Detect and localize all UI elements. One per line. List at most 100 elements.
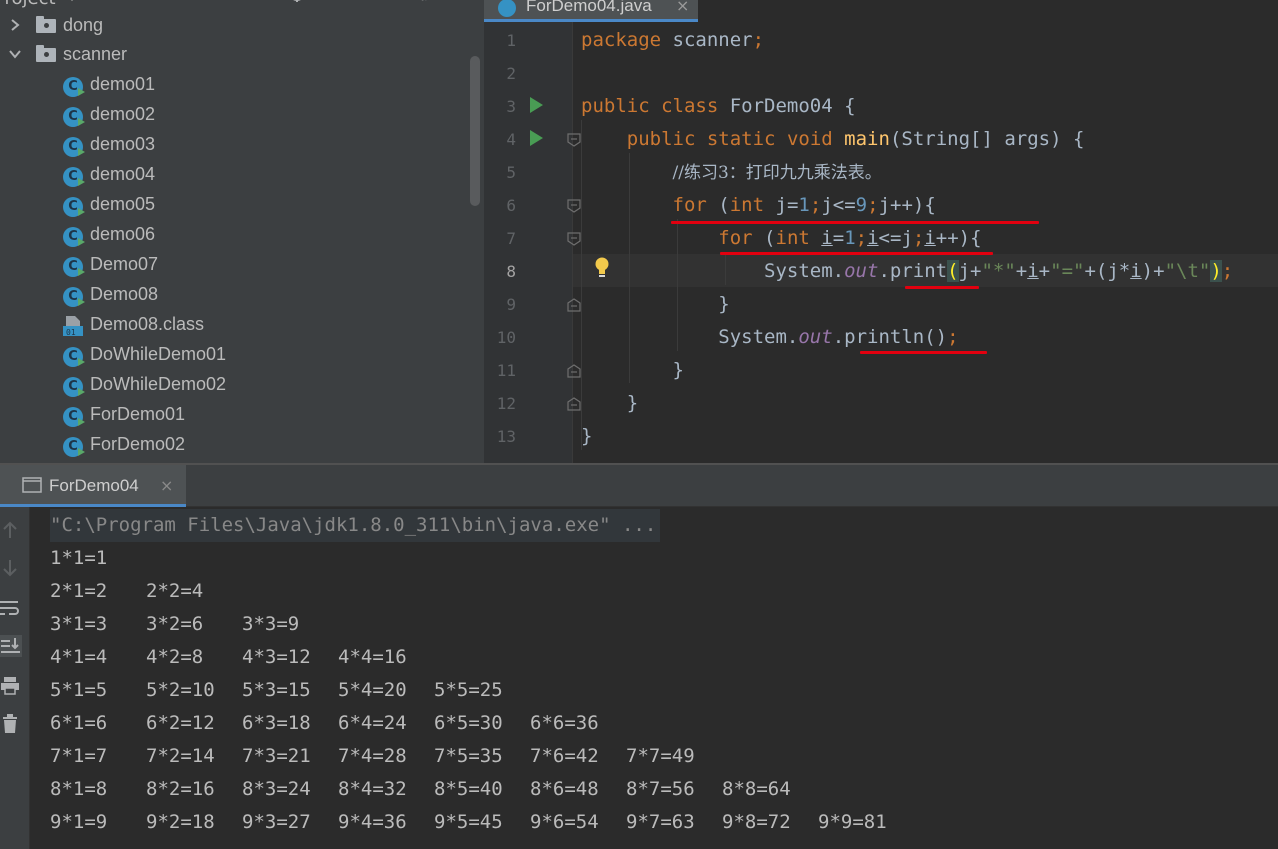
tree-item-demo06[interactable]: demo06 (0, 221, 470, 251)
tree-item-label: demo03 (90, 134, 156, 154)
console-cell: 6*2=12 (146, 712, 215, 734)
run-tab[interactable]: ForDemo04 × (0, 465, 186, 507)
code-token: static (706, 128, 776, 150)
code-token: ( (706, 194, 730, 216)
code-token: ++){ (890, 194, 936, 216)
tree-item-demo04[interactable]: demo04 (0, 161, 470, 191)
tree-item-Demo08-class[interactable]: 01 Demo08.class (0, 311, 470, 341)
tree-item-DoWhileDemo02[interactable]: DoWhileDemo02 (0, 371, 470, 401)
print-icon[interactable] (0, 675, 22, 697)
tree-item-Demo08[interactable]: Demo08 (0, 281, 470, 311)
code-token: ForDemo04 { (718, 95, 856, 117)
close-icon[interactable]: × (676, 0, 689, 15)
console-cell: 5*1=5 (50, 679, 108, 701)
code-line-7[interactable]: for (int i=1;i<=j;i++){ (581, 222, 982, 255)
line-number: 12 (496, 394, 516, 413)
code-token: i (1130, 260, 1142, 282)
code-token: <= (832, 194, 856, 216)
fold-close-icon[interactable] (567, 397, 581, 411)
chevron-right-icon[interactable] (8, 18, 22, 32)
tree-item-label: demo01 (90, 74, 156, 94)
tree-item-ForDemo02[interactable]: ForDemo02 (0, 431, 470, 461)
tree-item-demo05[interactable]: demo05 (0, 191, 470, 221)
code-token: ; (867, 194, 879, 216)
console-cell: 3*2=6 (146, 613, 204, 635)
code-token: j (878, 194, 891, 216)
editor-tab[interactable]: ForDemo04.java × (484, 0, 698, 22)
run-class-icon[interactable] (530, 97, 543, 113)
code-editor[interactable]: ForDemo04.java × 1 2 3 4 5 6 7 8 9 10 11… (484, 0, 1278, 463)
fold-open-icon[interactable] (567, 232, 581, 246)
console-cell: 4*2=8 (146, 646, 204, 668)
collapse-all-icon[interactable] (326, 0, 348, 2)
code-token: int (775, 227, 810, 249)
code-line-10[interactable]: System.out.println(); (581, 321, 958, 354)
code-line-5[interactable]: //练习3：打印九九乘法表。 (581, 156, 882, 189)
hide-icon[interactable] (452, 0, 474, 2)
tree-item-demo02[interactable]: demo02 (0, 101, 470, 131)
tree-item-Demo07[interactable]: Demo07 (0, 251, 470, 281)
tree-item-DoWhileDemo01[interactable]: DoWhileDemo01 (0, 341, 470, 371)
code-token: ( (947, 260, 959, 282)
console-cell: 9*3=27 (242, 811, 311, 833)
project-title[interactable]: Project (0, 0, 56, 9)
tree-item-label: dong (63, 15, 104, 35)
fold-open-icon[interactable] (567, 199, 581, 213)
run-main-icon[interactable] (530, 130, 543, 146)
tree-item-demo01[interactable]: demo01 (0, 71, 470, 101)
tree-item-label: ForDemo01 (90, 404, 186, 424)
project-scrollbar[interactable] (470, 56, 480, 206)
code-token: scanner (661, 29, 753, 51)
code-token: )+ (1141, 260, 1165, 282)
code-token: out (844, 260, 879, 282)
code-line-12[interactable]: } (581, 387, 638, 420)
code-token: i (821, 227, 833, 249)
project-dropdown-icon[interactable] (66, 0, 78, 1)
soft-wrap-icon[interactable] (0, 597, 22, 619)
close-icon[interactable]: × (160, 476, 173, 495)
code-token: "\t" (1164, 260, 1211, 282)
java-class-icon (63, 377, 85, 397)
code-token: + (1038, 260, 1051, 282)
code-token: public (581, 95, 650, 117)
fold-close-icon[interactable] (567, 298, 581, 312)
java-class-icon (63, 407, 85, 427)
java-class-icon (63, 107, 85, 127)
console-cell: 7*1=7 (50, 745, 108, 767)
chevron-down-icon[interactable] (8, 47, 22, 61)
code-line-6[interactable]: for (int j=1;j<=9;j++){ (581, 189, 936, 222)
console-cell: 4*1=4 (50, 646, 108, 668)
editor-tab-label: ForDemo04.java (526, 0, 652, 15)
code-line-9[interactable]: } (581, 288, 729, 321)
fold-close-icon[interactable] (567, 364, 581, 378)
code-token: public (626, 128, 696, 150)
locate-icon[interactable] (286, 0, 308, 2)
code-line-8[interactable]: System.out.print(j+"*"+i+"="+(j*i)+"\t")… (581, 255, 1233, 288)
java-class-icon (498, 0, 516, 17)
annotation-underline (905, 286, 979, 289)
expand-all-icon[interactable] (364, 0, 386, 2)
fold-open-icon[interactable] (567, 133, 581, 147)
code-token: print (889, 260, 948, 282)
trash-icon[interactable] (0, 713, 22, 735)
code-line-13[interactable]: } (581, 420, 592, 453)
gear-icon[interactable] (413, 0, 435, 2)
down-arrow-icon[interactable] (0, 557, 22, 579)
code-line-4[interactable]: public static void main(String[] args) { (581, 123, 1085, 156)
tree-item-ForDemo01[interactable]: ForDemo01 (0, 401, 470, 431)
code-line-3[interactable]: public class ForDemo04 { (581, 90, 856, 123)
code-line-1[interactable]: package scanner; (581, 24, 764, 57)
code-token: main (844, 128, 890, 150)
line-number: 11 (496, 361, 516, 380)
console-icon (22, 477, 42, 493)
tree-item-dong[interactable]: dong (0, 12, 470, 42)
code-token: ++){ (935, 227, 982, 249)
tree-item-scanner[interactable]: scanner (0, 41, 470, 71)
scroll-to-end-icon[interactable] (0, 635, 22, 657)
console-cell: 9*2=18 (146, 811, 215, 833)
code-line-11[interactable]: } (581, 354, 684, 387)
code-token: } (626, 392, 639, 414)
up-arrow-icon[interactable] (0, 519, 22, 541)
tree-item-demo03[interactable]: demo03 (0, 131, 470, 161)
